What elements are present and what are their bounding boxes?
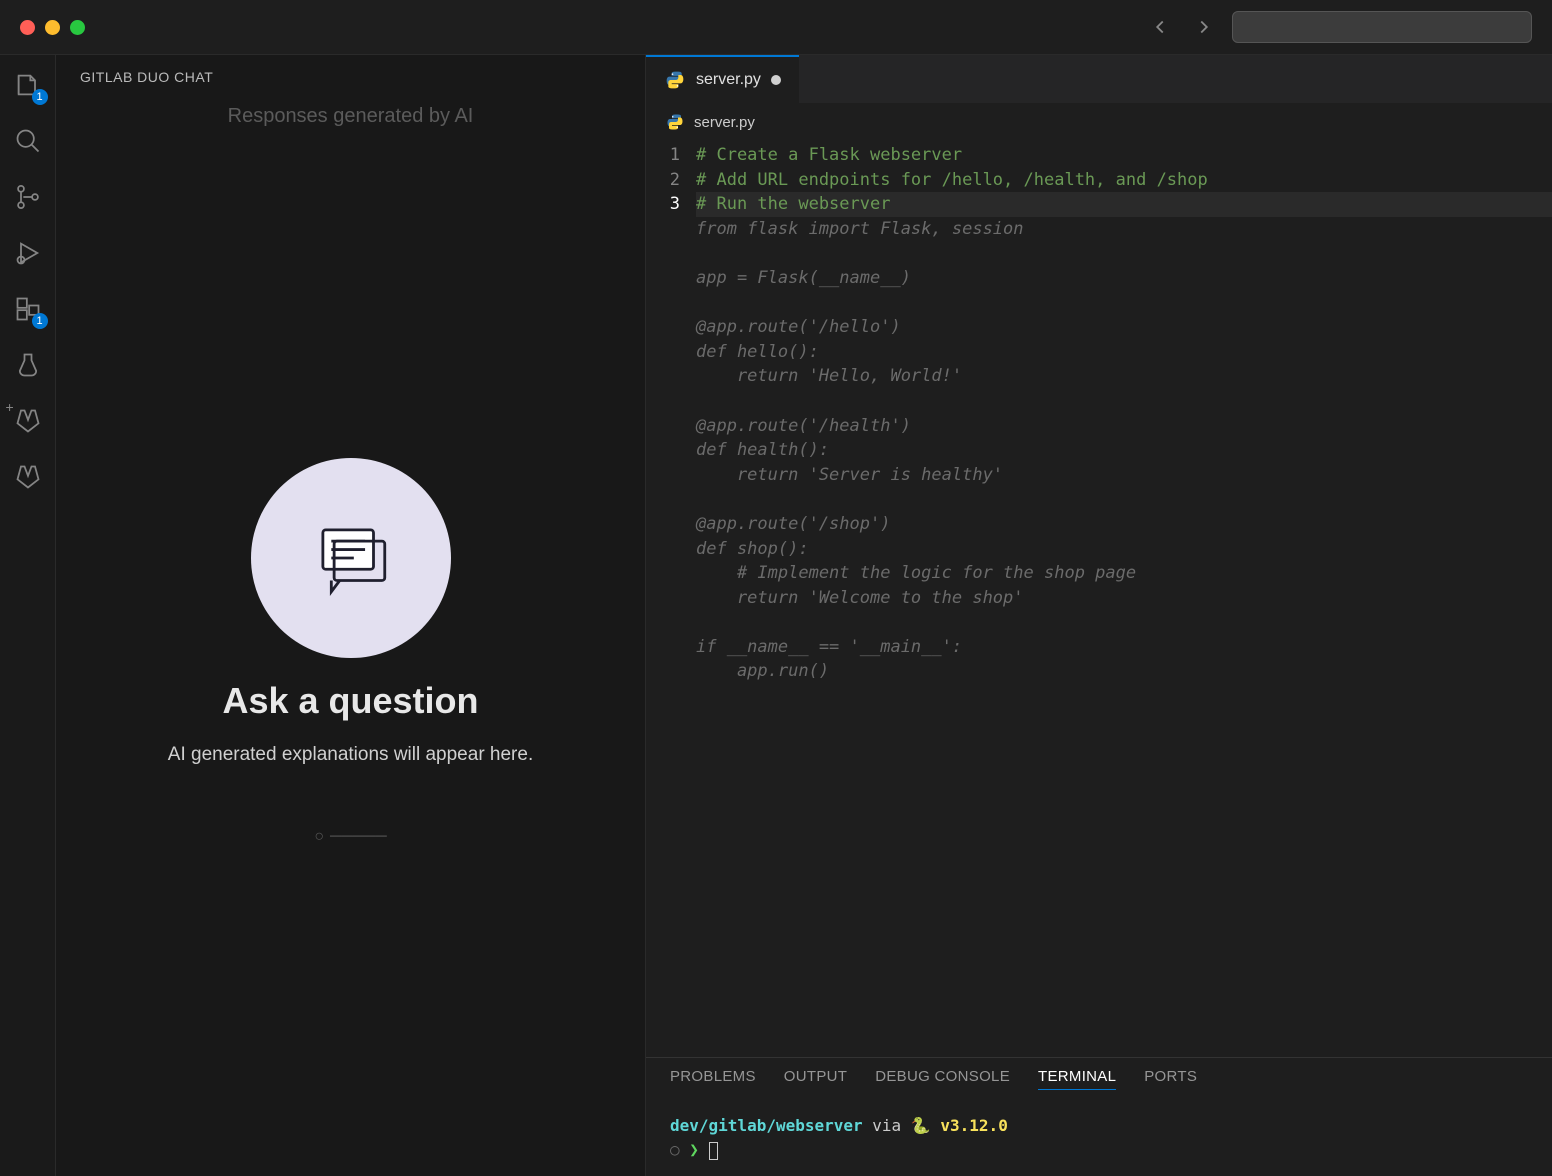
prompt-icon: ❯ (689, 1140, 699, 1159)
python-file-icon (664, 69, 686, 91)
chat-description: AI generated explanations will appear he… (168, 744, 533, 766)
panel-tab-terminal[interactable]: TERMINAL (1038, 1068, 1116, 1090)
python-file-icon (664, 111, 686, 133)
chat-progress: ○───── (314, 828, 386, 846)
extensions-icon[interactable]: 1 (10, 291, 46, 327)
terminal-path: dev/gitlab/webserver (670, 1116, 863, 1135)
panel-tab-output[interactable]: OUTPUT (784, 1068, 847, 1090)
maximize-window-button[interactable] (70, 20, 85, 35)
close-window-button[interactable] (20, 20, 35, 35)
minimize-window-button[interactable] (45, 20, 60, 35)
source-control-icon[interactable] (10, 179, 46, 215)
bottom-panel: PROBLEMS OUTPUT DEBUG CONSOLE TERMINAL P… (646, 1057, 1552, 1176)
line-gutter: 123 (646, 143, 696, 1057)
gitlab-icon[interactable] (10, 459, 46, 495)
dirty-indicator-icon (771, 75, 781, 85)
extensions-badge: 1 (32, 313, 48, 329)
code-content[interactable]: # Create a Flask webserver# Add URL endp… (696, 143, 1552, 1057)
titlebar (0, 0, 1552, 55)
tab-server-py[interactable]: server.py (646, 55, 799, 103)
code-editor[interactable]: 123 # Create a Flask webserver# Add URL … (646, 141, 1552, 1057)
gitlab-duo-icon[interactable]: + (10, 403, 46, 439)
python-env-icon: 🐍 (911, 1116, 941, 1135)
python-version: v3.12.0 (940, 1116, 1007, 1135)
gitlab-duo-chat-panel: GITLAB DUO CHAT Responses generated by A… (56, 55, 646, 1176)
chat-subtitle: Responses generated by AI (56, 91, 645, 128)
panel-title: GITLAB DUO CHAT (56, 55, 645, 91)
explorer-badge: 1 (32, 89, 48, 105)
tab-label: server.py (696, 71, 761, 89)
panel-tab-debug-console[interactable]: DEBUG CONSOLE (875, 1068, 1010, 1090)
terminal-cursor (709, 1142, 718, 1160)
forward-button[interactable] (1188, 11, 1220, 43)
command-center-search[interactable] (1232, 11, 1532, 43)
plus-icon: + (6, 399, 14, 415)
chat-heading: Ask a question (222, 680, 478, 722)
testing-icon[interactable] (10, 347, 46, 383)
panel-tab-problems[interactable]: PROBLEMS (670, 1068, 756, 1090)
run-debug-icon[interactable] (10, 235, 46, 271)
activity-bar: 1 1 + (0, 55, 56, 1176)
editor-tabs: server.py (646, 55, 1552, 103)
breadcrumb[interactable]: server.py (646, 103, 1552, 141)
back-button[interactable] (1144, 11, 1176, 43)
explorer-icon[interactable]: 1 (10, 67, 46, 103)
terminal[interactable]: dev/gitlab/webserver via 🐍 v3.12.0 ○ ❯ (646, 1100, 1552, 1176)
chat-emblem (251, 458, 451, 658)
breadcrumb-file: server.py (694, 114, 755, 131)
search-icon[interactable] (10, 123, 46, 159)
window-controls (20, 20, 85, 35)
panel-tab-ports[interactable]: PORTS (1144, 1068, 1197, 1090)
